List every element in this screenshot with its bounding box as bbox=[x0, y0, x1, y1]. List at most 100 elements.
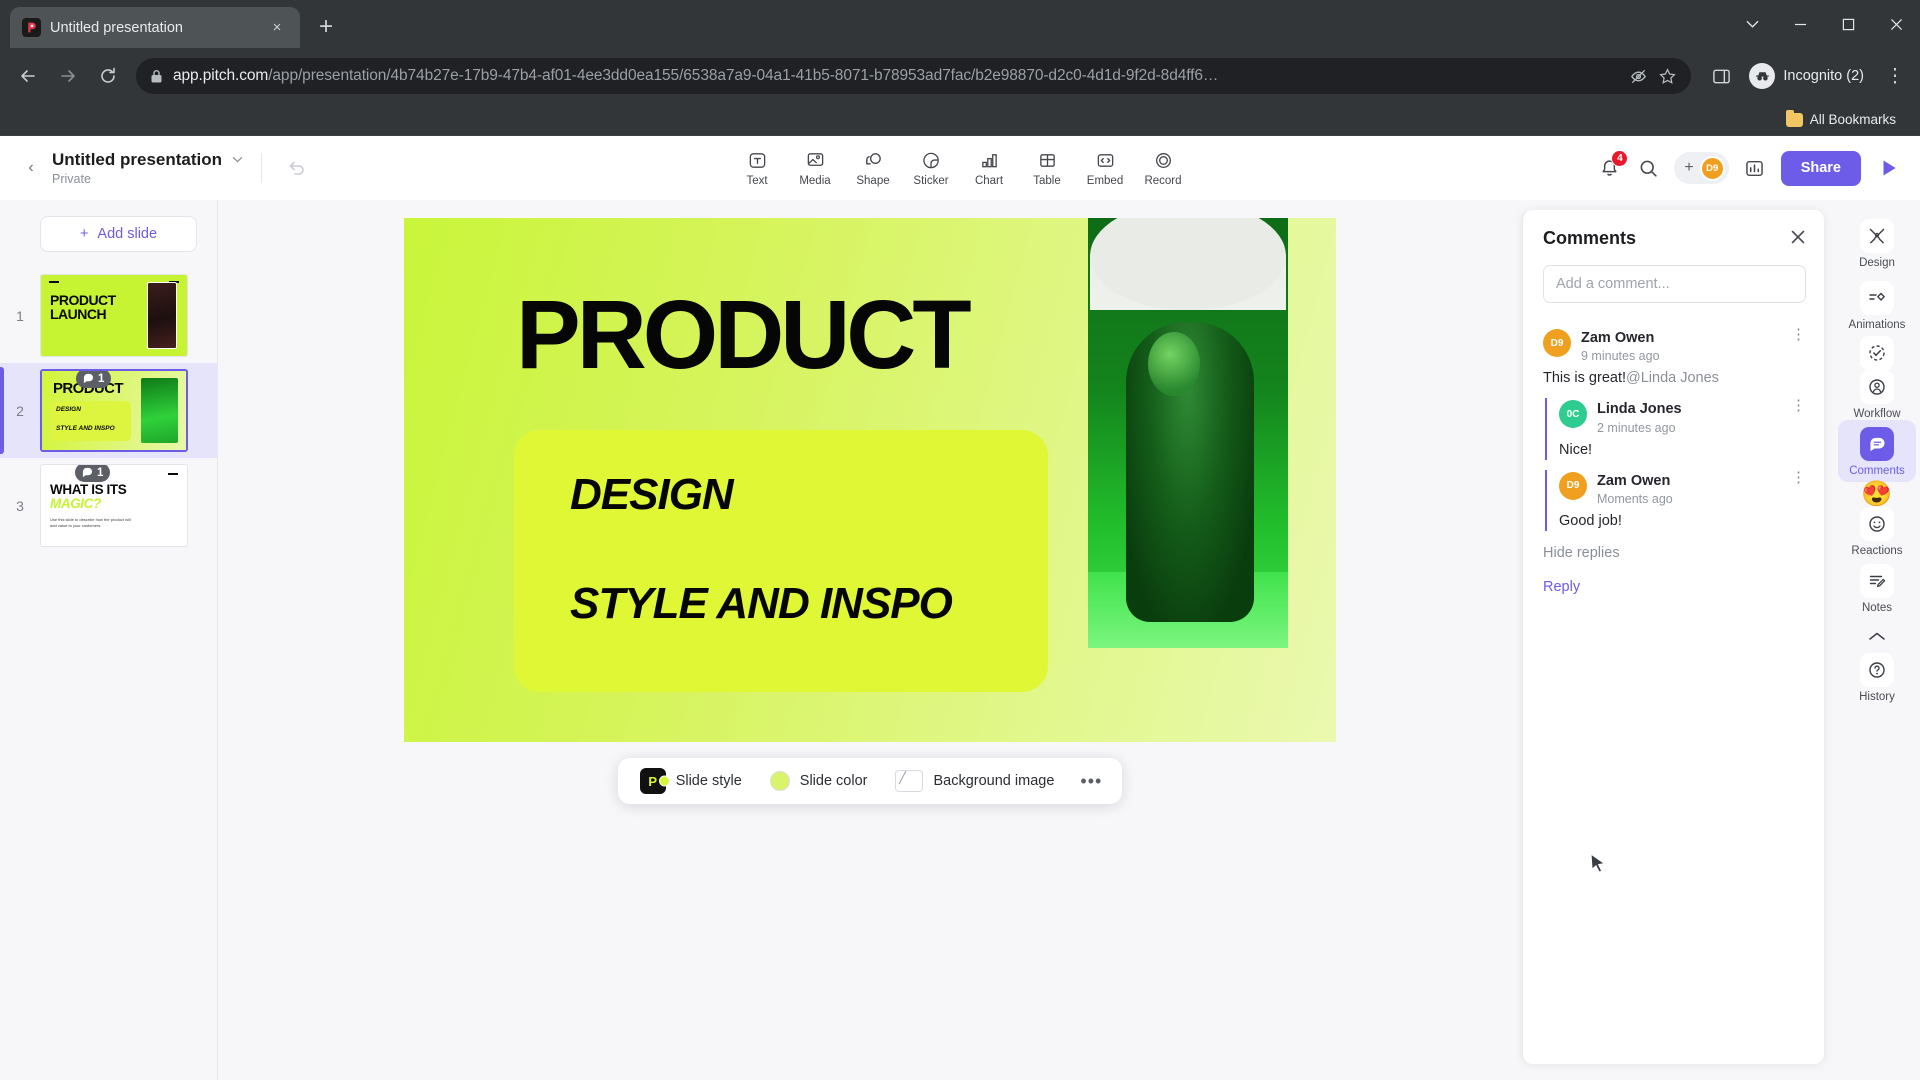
incognito-profile-button[interactable]: Incognito (2) bbox=[1743, 59, 1876, 93]
comment-menu-icon[interactable]: ⋮ bbox=[1785, 398, 1806, 413]
sidebar-item-comments[interactable]: Comments bbox=[1838, 420, 1916, 482]
tool-sticker[interactable]: Sticker bbox=[902, 146, 960, 191]
tool-embed[interactable]: Embed bbox=[1076, 146, 1134, 191]
sidebar-item-notes[interactable]: Notes bbox=[1838, 557, 1916, 619]
sidebar-item-reactions[interactable]: 😍 Reactions bbox=[1851, 482, 1902, 558]
help-icon bbox=[1860, 653, 1894, 687]
slide-color-label: Slide color bbox=[799, 773, 868, 789]
thumb-sub2: STYLE AND INSPO bbox=[56, 425, 115, 432]
avatar[interactable]: 0C bbox=[1559, 400, 1587, 429]
present-icon[interactable] bbox=[1874, 157, 1904, 179]
thumb-sub1: DESIGN bbox=[56, 406, 81, 413]
chart-icon bbox=[980, 150, 999, 172]
tab-search-icon[interactable] bbox=[1728, 0, 1776, 48]
slide-title[interactable]: PRODUCT bbox=[516, 286, 972, 383]
slide-image[interactable] bbox=[1088, 218, 1288, 648]
tool-text[interactable]: Text bbox=[728, 146, 786, 191]
address-bar[interactable]: app.pitch.com/app/presentation/4b74b27e-… bbox=[136, 58, 1692, 94]
forward-icon[interactable] bbox=[50, 58, 86, 94]
minimize-icon[interactable] bbox=[1776, 0, 1824, 48]
browser-tab[interactable]: Untitled presentation × bbox=[10, 7, 300, 48]
incognito-avatar-icon bbox=[1749, 63, 1776, 89]
avatar[interactable]: D9 bbox=[1543, 329, 1571, 357]
slide-thumbnail-3[interactable]: 3 1 WHAT IS ITS MAGIC? Use this slide to… bbox=[0, 458, 217, 553]
more-options-icon[interactable]: ••• bbox=[1068, 771, 1114, 792]
tool-media[interactable]: Media bbox=[786, 146, 844, 191]
background-image-label: Background image bbox=[933, 773, 1055, 789]
presentation-title-block: Untitled presentation Private bbox=[52, 150, 243, 186]
tool-chart[interactable]: Chart bbox=[960, 146, 1018, 191]
back-icon[interactable] bbox=[10, 58, 46, 94]
close-icon[interactable] bbox=[1790, 229, 1806, 248]
analytics-icon[interactable] bbox=[1742, 155, 1768, 181]
add-people-icon[interactable]: + bbox=[1681, 160, 1696, 176]
comment-menu-icon[interactable]: ⋮ bbox=[1785, 327, 1806, 342]
bookmark-star-icon[interactable] bbox=[1658, 67, 1677, 86]
comment-menu-icon[interactable]: ⋮ bbox=[1785, 470, 1806, 485]
comments-title: Comments bbox=[1543, 228, 1637, 248]
add-comment-input[interactable]: Add a comment... bbox=[1543, 265, 1806, 303]
app-body: + Add slide 1 PRODUCT LAUNCH 2 1 PRODUCT… bbox=[0, 200, 1920, 1080]
url-path: /app/presentation/4b74b27e-17b9-47b4-af0… bbox=[268, 67, 1219, 84]
new-tab-button[interactable]: + bbox=[309, 10, 343, 44]
tool-label: Chart bbox=[974, 174, 1004, 187]
comments-header: Comments bbox=[1523, 210, 1824, 261]
sidebar-item-design[interactable]: Design bbox=[1838, 212, 1916, 274]
avatar[interactable]: D9 bbox=[1559, 471, 1587, 500]
share-button[interactable]: Share bbox=[1780, 150, 1861, 186]
slide-style-button[interactable]: P Slide style bbox=[626, 764, 756, 798]
collaborators-group[interactable]: + D9 bbox=[1674, 152, 1729, 184]
hide-replies-button[interactable]: Hide replies bbox=[1543, 545, 1806, 561]
sidebar-item-label: Design bbox=[1859, 257, 1895, 269]
slide-subtitle-1[interactable]: DESIGN bbox=[570, 470, 734, 520]
design-icon bbox=[1860, 219, 1894, 253]
reply-button[interactable]: Reply bbox=[1543, 579, 1806, 595]
slide-list: 1 PRODUCT LAUNCH 2 1 PRODUCT DESIGN STYL… bbox=[0, 268, 217, 553]
back-to-dashboard-icon[interactable]: ‹ bbox=[16, 159, 46, 177]
slide-thumbnail-1[interactable]: 1 PRODUCT LAUNCH bbox=[0, 268, 217, 363]
tool-table[interactable]: Table bbox=[1018, 146, 1076, 191]
tool-record[interactable]: Record bbox=[1134, 146, 1192, 191]
page-title[interactable]: Untitled presentation bbox=[52, 150, 222, 170]
sidebar-item-label: Comments bbox=[1849, 465, 1905, 477]
slide-number: 3 bbox=[16, 497, 24, 514]
search-icon[interactable] bbox=[1635, 155, 1661, 181]
undo-icon[interactable] bbox=[280, 151, 314, 185]
slide-canvas[interactable]: PRODUCT DESIGN STYLE AND INSPO bbox=[404, 218, 1336, 742]
background-image-button[interactable]: Background image bbox=[881, 764, 1068, 798]
notifications-button[interactable]: 4 bbox=[1596, 150, 1629, 181]
close-window-icon[interactable] bbox=[1872, 0, 1920, 48]
sidebar-item-history[interactable]: History bbox=[1859, 619, 1895, 703]
all-bookmarks-button[interactable]: All Bookmarks bbox=[1778, 109, 1904, 130]
maximize-icon[interactable] bbox=[1824, 0, 1872, 48]
heart-eyes-emoji-icon[interactable]: 😍 bbox=[1861, 482, 1892, 507]
pitch-app: ‹ Untitled presentation Private Text Med… bbox=[0, 136, 1920, 1080]
thumb-title-2: MAGIC? bbox=[50, 496, 101, 511]
text-icon bbox=[748, 150, 767, 172]
slide-thumbnail-2[interactable]: 2 1 PRODUCT DESIGN STYLE AND INSPO bbox=[0, 363, 217, 458]
hide-icon[interactable] bbox=[1629, 67, 1648, 86]
media-icon bbox=[806, 150, 825, 172]
slide-color-button[interactable]: Slide color bbox=[756, 764, 882, 798]
tab-strip: Untitled presentation × + bbox=[0, 0, 1920, 48]
thumb-title-1: WHAT IS ITS bbox=[50, 482, 127, 497]
sidebar-item-workflow[interactable]: Workflow bbox=[1853, 336, 1901, 420]
chevron-down-icon[interactable] bbox=[232, 154, 243, 166]
reload-icon[interactable] bbox=[90, 58, 126, 94]
folder-icon bbox=[1785, 109, 1803, 127]
avatar[interactable]: D9 bbox=[1699, 155, 1725, 181]
tool-shape[interactable]: Shape bbox=[844, 146, 902, 191]
sidebar-item-animations[interactable]: Animations bbox=[1838, 274, 1916, 336]
browser-menu-icon[interactable]: ⋮ bbox=[1880, 65, 1910, 88]
navigation-bar: app.pitch.com/app/presentation/4b74b27e-… bbox=[0, 48, 1920, 104]
sidebar-item-label: Notes bbox=[1861, 602, 1893, 614]
thumbnail-canvas: 1 PRODUCT DESIGN STYLE AND INSPO bbox=[40, 369, 188, 452]
add-slide-button[interactable]: + Add slide bbox=[40, 216, 197, 252]
side-panel-icon[interactable] bbox=[1703, 58, 1739, 94]
tab-close-icon[interactable]: × bbox=[266, 17, 288, 39]
chevron-up-icon[interactable] bbox=[1860, 619, 1894, 653]
incognito-label: Incognito (2) bbox=[1783, 68, 1864, 84]
comment-count-badge: 1 bbox=[75, 465, 111, 482]
animations-icon bbox=[1860, 281, 1894, 315]
slide-subtitle-2[interactable]: STYLE AND INSPO bbox=[570, 579, 953, 629]
